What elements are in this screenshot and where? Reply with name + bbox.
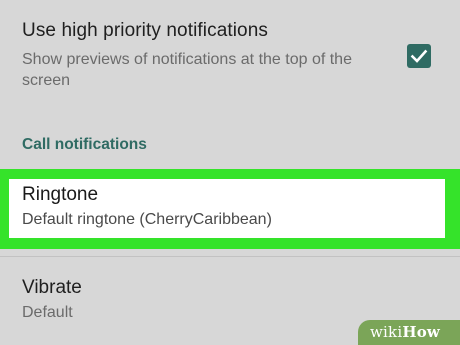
- notification-settings-screen: Use high priority notifications Show pre…: [0, 0, 460, 345]
- high-priority-notifications-preference[interactable]: Use high priority notifications Show pre…: [0, 0, 460, 112]
- high-priority-title: Use high priority notifications: [22, 20, 268, 41]
- ringtone-title: Ringtone: [22, 184, 99, 205]
- watermark-wiki: wiki: [370, 323, 403, 341]
- wikihow-watermark: wikiHow: [358, 320, 460, 345]
- high-priority-checkbox[interactable]: [407, 44, 431, 68]
- call-notifications-category-header: Call notifications: [22, 136, 147, 153]
- watermark-how: How: [402, 323, 441, 341]
- ringtone-preference[interactable]: Ringtone Default ringtone (CherryCaribbe…: [9, 179, 445, 238]
- divider: [0, 256, 460, 257]
- vibrate-title: Vibrate: [22, 277, 82, 298]
- ringtone-summary: Default ringtone (CherryCaribbean): [22, 211, 272, 228]
- high-priority-summary: Show previews of notifications at the to…: [22, 51, 352, 89]
- checkmark-icon: [410, 49, 428, 63]
- wikihow-logo: wikiHow: [370, 323, 440, 341]
- vibrate-summary: Default: [22, 304, 73, 321]
